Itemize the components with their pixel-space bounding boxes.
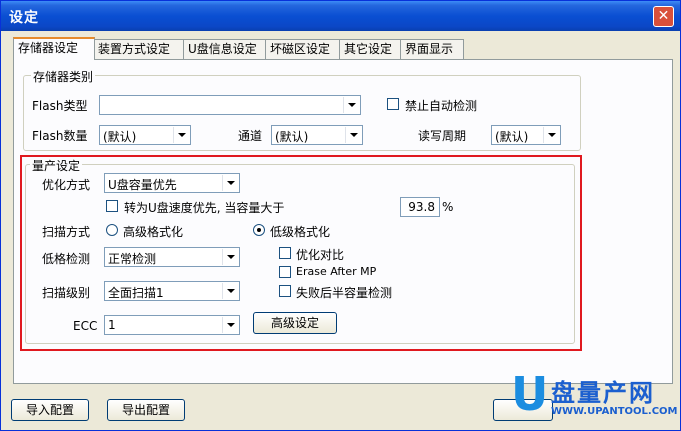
tab-other-settings[interactable]: 其它设定	[339, 39, 401, 59]
window-title: 设定	[9, 10, 39, 26]
close-icon[interactable]: ✕	[653, 6, 674, 27]
channel-label: 通道	[238, 129, 263, 143]
chevron-down-icon[interactable]	[345, 127, 361, 143]
tab-display[interactable]: 界面显示	[400, 39, 464, 59]
chevron-down-icon[interactable]	[173, 127, 189, 143]
tab-udisk-info[interactable]: U盘信息设定	[183, 39, 266, 59]
export-config-button[interactable]: 导出配置	[107, 399, 185, 421]
chevron-down-icon[interactable]	[343, 97, 359, 113]
rw-cycle-select[interactable]: (默认)	[491, 125, 561, 145]
tab-device-mode[interactable]: 装置方式设定	[93, 39, 184, 59]
settings-window: 设定 ✕ 存储器设定 装置方式设定 U盘信息设定 坏磁区设定 其它设定 界面显示…	[0, 0, 681, 431]
channel-select[interactable]: (默认)	[271, 125, 363, 145]
flash-count-select[interactable]: (默认)	[99, 125, 191, 145]
auto-detect-label: 禁止自动检测	[405, 99, 478, 113]
flash-type-label: Flash类型	[32, 99, 88, 113]
watermark-name: 盘量产网	[551, 379, 655, 407]
flash-type-select[interactable]	[99, 95, 361, 115]
title-bar[interactable]: 设定 ✕	[1, 1, 680, 31]
tab-bad-sector[interactable]: 坏磁区设定	[265, 39, 340, 59]
rw-cycle-label: 读写周期	[418, 129, 467, 143]
watermark-url: WWW.UPANTOOL.COM	[551, 406, 678, 417]
chevron-down-icon[interactable]	[543, 127, 559, 143]
flash-count-label: Flash数量	[32, 129, 88, 143]
auto-detect-checkbox[interactable]	[387, 98, 399, 110]
highlight-box	[20, 155, 582, 351]
import-config-button[interactable]: 导入配置	[11, 399, 89, 421]
watermark-logo: U 盘量产网 WWW.UPANTOOL.COM	[507, 369, 681, 431]
storage-group-title: 存储器类别	[31, 68, 96, 85]
tab-storage-settings[interactable]: 存储器设定	[13, 37, 95, 60]
u-logo-icon: U	[511, 367, 549, 421]
